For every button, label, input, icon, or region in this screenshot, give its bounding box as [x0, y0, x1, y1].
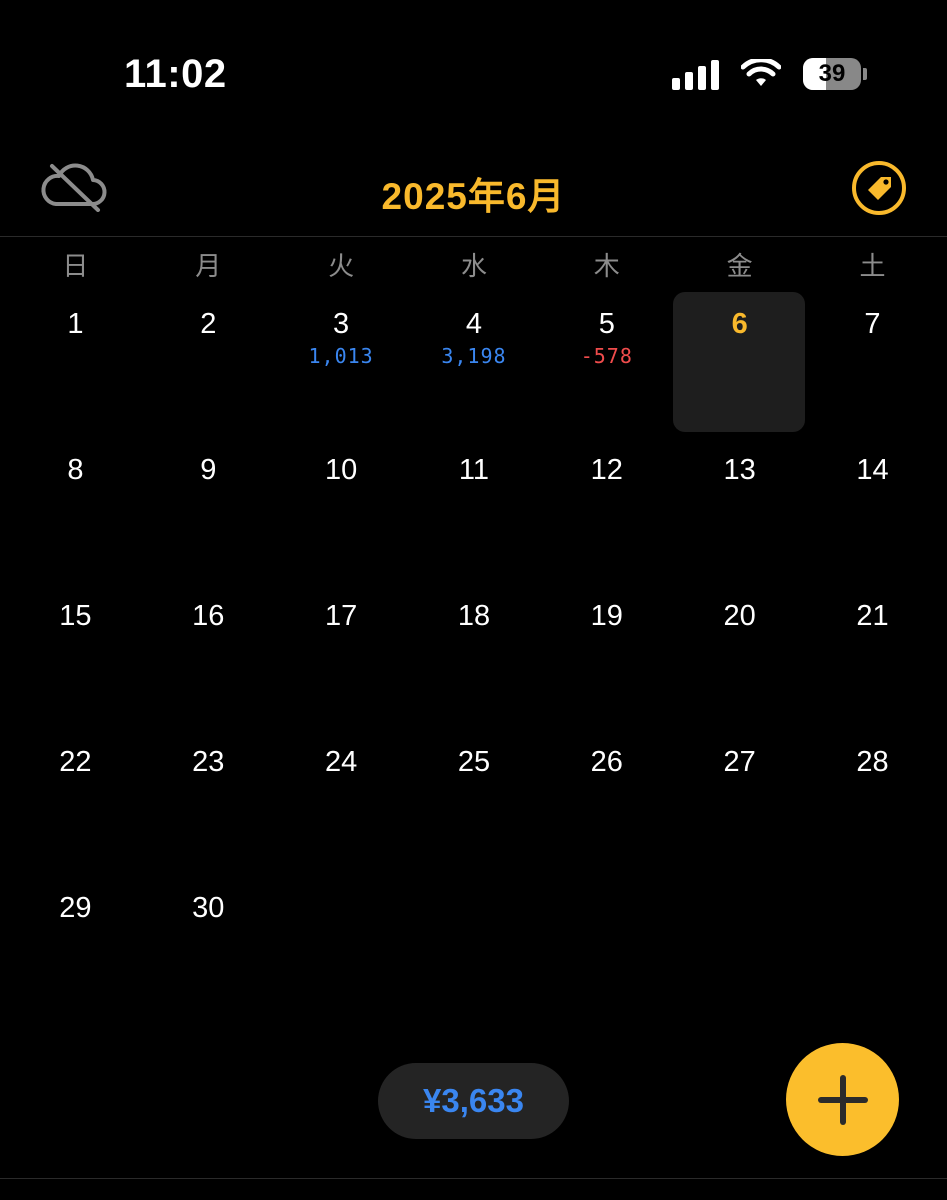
- battery-level: 39: [818, 60, 846, 87]
- day-cell[interactable]: 23: [142, 728, 275, 874]
- day-cell[interactable]: 10: [275, 436, 408, 582]
- wifi-icon: [741, 59, 781, 86]
- day-cell-today[interactable]: 6: [673, 290, 806, 436]
- day-number: 23: [192, 746, 225, 778]
- status-icons: 39: [672, 58, 867, 90]
- day-cell[interactable]: 22: [9, 728, 142, 874]
- day-cell[interactable]: 16: [142, 582, 275, 728]
- day-number: 29: [59, 892, 92, 924]
- weekday-wed: 水: [460, 251, 487, 281]
- day-cell[interactable]: 1: [9, 290, 142, 436]
- day-cell[interactable]: 9: [142, 436, 275, 582]
- day-amount: 3,198: [441, 344, 507, 368]
- day-amount: 1,013: [308, 344, 374, 368]
- day-number: 16: [192, 600, 225, 632]
- day-number: 24: [324, 746, 358, 778]
- day-cell[interactable]: 4 3,198: [408, 290, 541, 436]
- battery-icon: 39: [803, 58, 861, 90]
- monthly-total[interactable]: ¥3,633: [378, 1063, 569, 1139]
- bottom-divider: [0, 1178, 947, 1179]
- weekday-tue: 火: [328, 251, 355, 281]
- day-cell[interactable]: 26: [540, 728, 673, 874]
- weekday-sat: 土: [859, 251, 886, 281]
- day-cell[interactable]: 28: [806, 728, 939, 874]
- calendar-grid: 1 2 3 1,013 4 3,198 5 -578 6 7 8 9 10 11 12 13 14 15 16 17 1…: [9, 290, 939, 1020]
- day-number: 12: [590, 454, 623, 486]
- day-number: 4: [465, 308, 483, 340]
- day-number: 8: [67, 454, 84, 486]
- day-number: 30: [192, 892, 225, 924]
- day-number: 6: [731, 308, 748, 340]
- month-title[interactable]: 2025年6月: [0, 166, 947, 220]
- day-amount: -578: [580, 344, 633, 368]
- day-cell[interactable]: 12: [540, 436, 673, 582]
- day-number: 27: [723, 746, 756, 778]
- day-cell[interactable]: 13: [673, 436, 806, 582]
- day-number: 26: [590, 746, 623, 778]
- tag-button[interactable]: [851, 160, 907, 216]
- day-number: 5: [598, 308, 615, 340]
- day-cell[interactable]: 14: [806, 436, 939, 582]
- day-cell[interactable]: 17: [275, 582, 408, 728]
- day-cell[interactable]: 7: [806, 290, 939, 436]
- day-number: 3: [333, 308, 350, 340]
- day-cell[interactable]: 15: [9, 582, 142, 728]
- day-number: 18: [457, 600, 491, 632]
- day-cell[interactable]: 18: [408, 582, 541, 728]
- weekday-mon: 月: [195, 251, 222, 281]
- day-cell[interactable]: 5 -578: [540, 290, 673, 436]
- status-time: 11:02: [124, 52, 227, 96]
- day-number: 9: [200, 454, 217, 486]
- day-number: 1: [67, 308, 84, 340]
- day-cell[interactable]: 11: [408, 436, 541, 582]
- status-bar: 11:02 39: [0, 0, 947, 150]
- day-number: 15: [59, 600, 92, 632]
- day-cell[interactable]: 30: [142, 874, 275, 1020]
- cellular-signal-icon: [672, 58, 719, 90]
- day-number: 10: [324, 454, 358, 486]
- weekday-thu: 木: [593, 251, 620, 281]
- day-cell[interactable]: 8: [9, 436, 142, 582]
- day-number: 22: [59, 746, 92, 778]
- day-number: 19: [590, 600, 623, 632]
- plus-icon: [817, 1074, 868, 1125]
- weekday-header: 日 月 火 水 木 金 土: [9, 248, 939, 284]
- day-cell[interactable]: 29: [9, 874, 142, 1020]
- day-number: 20: [723, 600, 756, 632]
- day-number: 13: [723, 454, 756, 486]
- day-cell[interactable]: 25: [408, 728, 541, 874]
- day-number: 25: [457, 746, 491, 778]
- weekday-fri: 金: [726, 251, 753, 281]
- day-cell[interactable]: 3 1,013: [275, 290, 408, 436]
- day-number: 14: [856, 454, 889, 486]
- battery-tip: [863, 68, 867, 80]
- day-number: 2: [200, 308, 217, 340]
- day-number: 7: [864, 308, 881, 340]
- day-cell[interactable]: 2: [142, 290, 275, 436]
- tag-icon: [852, 161, 906, 215]
- day-number: 17: [324, 600, 358, 632]
- day-cell[interactable]: 27: [673, 728, 806, 874]
- weekday-sun: 日: [62, 251, 89, 281]
- day-number: 11: [458, 454, 489, 486]
- calendar-header: 2025年6月: [0, 150, 947, 237]
- day-number: 21: [856, 600, 889, 632]
- day-cell[interactable]: 19: [540, 582, 673, 728]
- add-entry-button[interactable]: [786, 1043, 899, 1156]
- day-cell[interactable]: 20: [673, 582, 806, 728]
- day-cell[interactable]: 21: [806, 582, 939, 728]
- day-number: 28: [856, 746, 889, 778]
- day-cell[interactable]: 24: [275, 728, 408, 874]
